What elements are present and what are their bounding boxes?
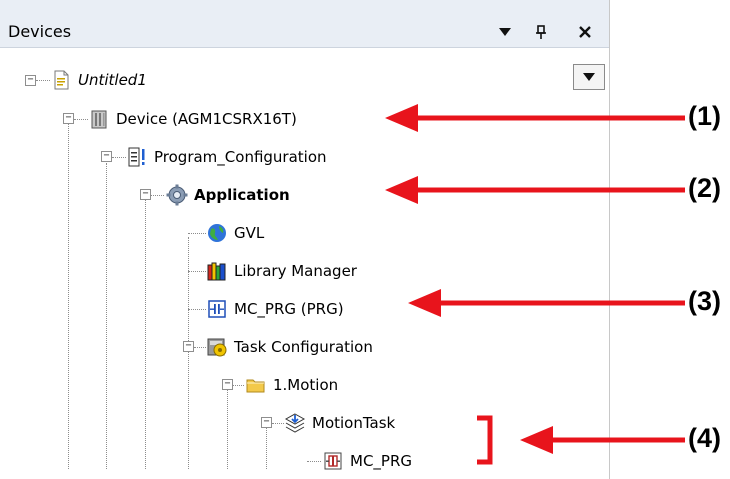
- callout-label-1: (1): [688, 101, 721, 131]
- arrow-3-head: [408, 289, 441, 317]
- annotation-arrows: [385, 104, 685, 465]
- callout-label-3: (3): [688, 286, 721, 316]
- callout-label-4: (4): [688, 423, 721, 453]
- arrow-4-head: [520, 426, 553, 454]
- callout-label-2: (2): [688, 173, 721, 203]
- arrow-1-head: [385, 104, 418, 132]
- arrow-2-head: [385, 176, 418, 204]
- bracket-4: [477, 415, 493, 465]
